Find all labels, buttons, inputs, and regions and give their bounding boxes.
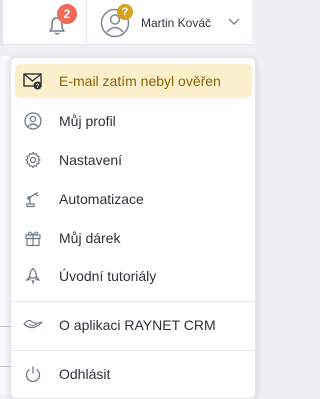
chevron-down-icon[interactable] (228, 18, 240, 26)
user-warning-badge: ? (117, 4, 133, 20)
menu-item-profile[interactable]: Můj profil (15, 104, 252, 138)
menu-item-label: O aplikaci RAYNET CRM (59, 317, 216, 333)
user-dropdown-menu: ? E-mail zatím nebyl ověřen Můj profil N… (10, 57, 256, 399)
menu-item-about[interactable]: O aplikaci RAYNET CRM (15, 308, 252, 342)
svg-text:?: ? (36, 84, 40, 90)
menu-item-gift[interactable]: Můj dárek (15, 221, 252, 255)
menu-item-settings[interactable]: Nastavení (15, 143, 252, 177)
power-icon (23, 364, 43, 384)
menu-divider (11, 301, 255, 302)
gift-icon (23, 228, 43, 248)
menu-item-label: Můj dárek (59, 230, 121, 246)
user-circle-icon (23, 111, 43, 131)
email-not-verified-item[interactable]: ? E-mail zatím nebyl ověřen (15, 64, 252, 98)
top-bar-separator (86, 0, 87, 44)
user-avatar[interactable]: ? (100, 4, 133, 38)
mail-warning-icon: ? (23, 71, 43, 91)
menu-item-automation[interactable]: Automatizace (15, 182, 252, 216)
background-content (0, 56, 10, 395)
background-line (0, 326, 10, 327)
menu-item-label: Úvodní tutoriály (59, 268, 157, 284)
top-bar: 2 ? Martin Kováč (0, 0, 252, 45)
menu-item-label: Nastavení (59, 152, 123, 168)
user-name[interactable]: Martin Kováč (141, 16, 211, 30)
raynet-logo-icon (23, 315, 43, 335)
notifications-button[interactable]: 2 (48, 4, 77, 36)
menu-item-label: Můj profil (59, 113, 116, 129)
menu-item-label: Automatizace (59, 191, 144, 207)
menu-item-tutorials[interactable]: Úvodní tutoriály (15, 259, 252, 293)
menu-item-label: Odhlásit (59, 366, 111, 382)
menu-divider (11, 350, 255, 351)
robot-arm-icon (23, 189, 43, 209)
background-line (0, 366, 10, 367)
top-bar-left-edge (0, 0, 3, 44)
gear-icon (23, 150, 43, 170)
email-not-verified-label: E-mail zatím nebyl ověřen (59, 73, 221, 89)
notification-count-badge: 2 (57, 4, 77, 24)
rocket-icon (23, 266, 43, 286)
menu-item-logout[interactable]: Odhlásit (15, 357, 252, 391)
